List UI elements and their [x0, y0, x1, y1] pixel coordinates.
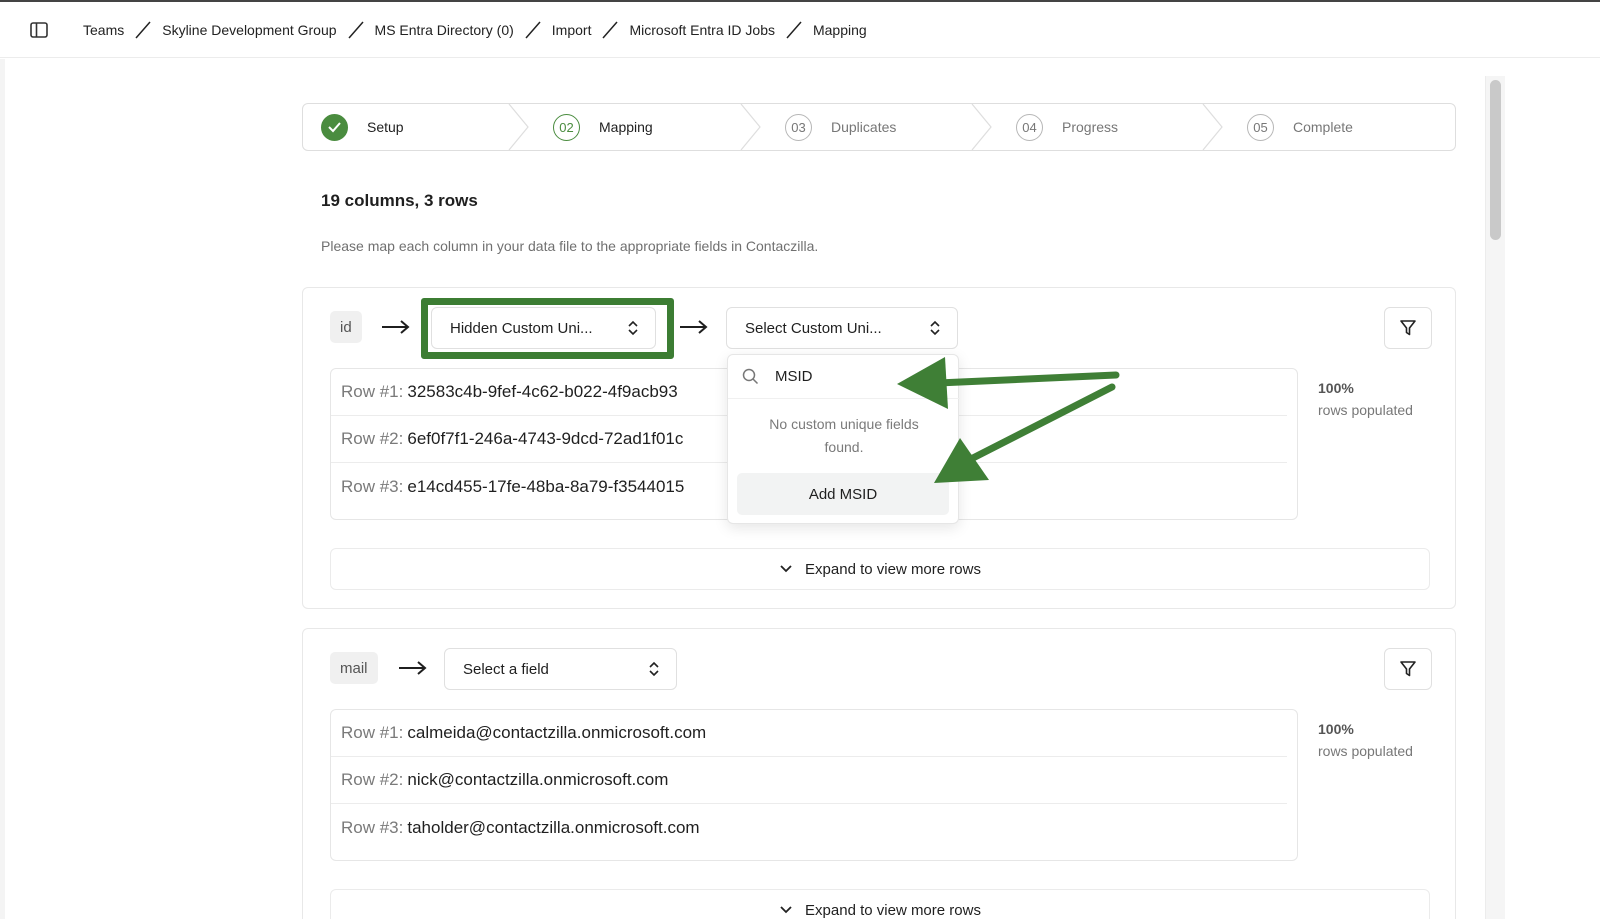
- step-number: 02: [553, 113, 580, 141]
- row-label: Row #3:: [341, 817, 404, 837]
- check-icon: [321, 113, 348, 141]
- filter-icon: [1400, 320, 1416, 336]
- breadcrumb-jobs[interactable]: Microsoft Entra ID Jobs: [629, 22, 775, 38]
- chevron-down-icon: [779, 905, 793, 915]
- breadcrumb-import[interactable]: Import: [552, 22, 592, 38]
- row-value: 32583c4b-9fef-4c62-b022-4f9acb93: [407, 382, 678, 401]
- breadcrumb-separator-icon: [347, 20, 365, 40]
- dropdown-search: [728, 355, 960, 399]
- breadcrumb-team[interactable]: Skyline Development Group: [162, 22, 336, 38]
- scrollbar-thumb[interactable]: [1490, 80, 1501, 240]
- expand-rows-label: Expand to view more rows: [805, 901, 981, 919]
- step-duplicates[interactable]: 03 Duplicates: [785, 104, 896, 150]
- populated-percent: 100%: [1318, 380, 1354, 396]
- step-label: Duplicates: [831, 119, 897, 135]
- row-label: Row #1:: [341, 723, 404, 742]
- custom-unique-select[interactable]: Select Custom Uni...: [726, 307, 958, 349]
- populated-percent: 100%: [1318, 721, 1354, 737]
- step-label: Progress: [1062, 119, 1119, 135]
- step-label: Setup: [367, 119, 404, 135]
- step-complete[interactable]: 05 Complete: [1247, 104, 1353, 150]
- step-mapping[interactable]: 02 Mapping: [553, 104, 653, 150]
- breadcrumb-directory[interactable]: MS Entra Directory (0): [375, 22, 514, 38]
- row-label: Row #1:: [341, 382, 404, 401]
- field-select-value: Select a field: [463, 660, 549, 678]
- filter-button[interactable]: [1384, 307, 1432, 349]
- step-label: Mapping: [599, 119, 653, 135]
- right-arrow-icon: [680, 320, 708, 334]
- step-setup[interactable]: Setup: [321, 104, 404, 150]
- highlight-box: [421, 298, 674, 359]
- updown-chevron-icon: [649, 661, 659, 677]
- import-stepper: Setup 02 Mapping 03 Duplicates 04 Progre…: [302, 103, 1456, 151]
- breadcrumb: Teams Skyline Development Group MS Entra…: [83, 20, 867, 40]
- populated-label: rows populated: [1318, 402, 1413, 418]
- sample-rows: Row #1: calmeida@contactzilla.onmicrosoft…: [330, 709, 1298, 861]
- empty-results-message: No custom unique fields found.: [769, 416, 919, 455]
- step-number: 03: [785, 113, 812, 141]
- column-name-chip: id: [330, 311, 362, 343]
- step-progress[interactable]: 04 Progress: [1016, 104, 1118, 150]
- step-number: 05: [1247, 113, 1274, 141]
- population-stat: 100% rows populated: [1318, 721, 1413, 759]
- row-label: Row #2:: [341, 429, 404, 448]
- updown-chevron-icon: [930, 320, 940, 336]
- expand-rows-button[interactable]: Expand to view more rows: [330, 548, 1430, 590]
- add-field-button[interactable]: Add MSID: [737, 473, 949, 515]
- breadcrumb-teams[interactable]: Teams: [83, 22, 124, 38]
- search-icon: [742, 368, 759, 385]
- expand-rows-label: Expand to view more rows: [805, 560, 981, 578]
- breadcrumb-mapping[interactable]: Mapping: [813, 22, 867, 38]
- table-row: Row #2: nick@contactzilla.onmicrosoft.com: [331, 757, 1287, 804]
- step-divider-icon: [740, 104, 761, 150]
- row-value: taholder@contactzilla.onmicrosoft.com: [407, 817, 700, 837]
- breadcrumb-separator-icon: [524, 20, 542, 40]
- step-divider-icon: [971, 104, 992, 150]
- left-rail: [0, 59, 5, 919]
- field-select[interactable]: Select a field: [444, 648, 677, 690]
- table-row: Row #1: calmeida@contactzilla.onmicrosoft…: [331, 710, 1287, 757]
- table-row: Row #3: taholder@contactzilla.onmicrosoft…: [331, 804, 1287, 851]
- step-divider-icon: [508, 104, 529, 150]
- breadcrumb-separator-icon: [601, 20, 619, 40]
- filter-button[interactable]: [1384, 648, 1432, 690]
- right-arrow-icon: [382, 320, 410, 334]
- sidebar-toggle-icon[interactable]: [19, 10, 59, 50]
- right-arrow-icon: [399, 661, 427, 675]
- custom-unique-select-value: Select Custom Uni...: [745, 319, 882, 337]
- step-number: 04: [1016, 113, 1043, 141]
- row-label: Row #3:: [341, 476, 404, 496]
- chevron-down-icon: [779, 564, 793, 574]
- expand-rows-button[interactable]: Expand to view more rows: [330, 889, 1430, 919]
- dropdown-search-input[interactable]: [775, 368, 935, 385]
- column-name-chip: mail: [330, 652, 378, 684]
- filter-icon: [1400, 661, 1416, 677]
- row-value: 6ef0f7f1-246a-4743-9dcd-72ad1f01c: [407, 429, 684, 448]
- step-divider-icon: [1202, 104, 1223, 150]
- step-label: Complete: [1293, 119, 1353, 135]
- population-stat: 100% rows populated: [1318, 380, 1413, 418]
- breadcrumb-separator-icon: [785, 20, 803, 40]
- summary-description: Please map each column in your data file…: [321, 238, 819, 254]
- summary-title: 19 columns, 3 rows: [321, 191, 478, 210]
- top-bar: Teams Skyline Development Group MS Entra…: [0, 2, 1600, 58]
- row-value: e14cd455-17fe-48ba-8a79-f3544015: [407, 476, 685, 496]
- row-value: calmeida@contactzilla.onmicrosoft.com: [407, 723, 707, 742]
- row-value: nick@contactzilla.onmicrosoft.com: [407, 770, 669, 789]
- custom-unique-dropdown: No custom unique fields found. Add MSID: [727, 354, 960, 524]
- row-label: Row #2:: [341, 770, 404, 789]
- populated-label: rows populated: [1318, 743, 1413, 759]
- breadcrumb-separator-icon: [134, 20, 152, 40]
